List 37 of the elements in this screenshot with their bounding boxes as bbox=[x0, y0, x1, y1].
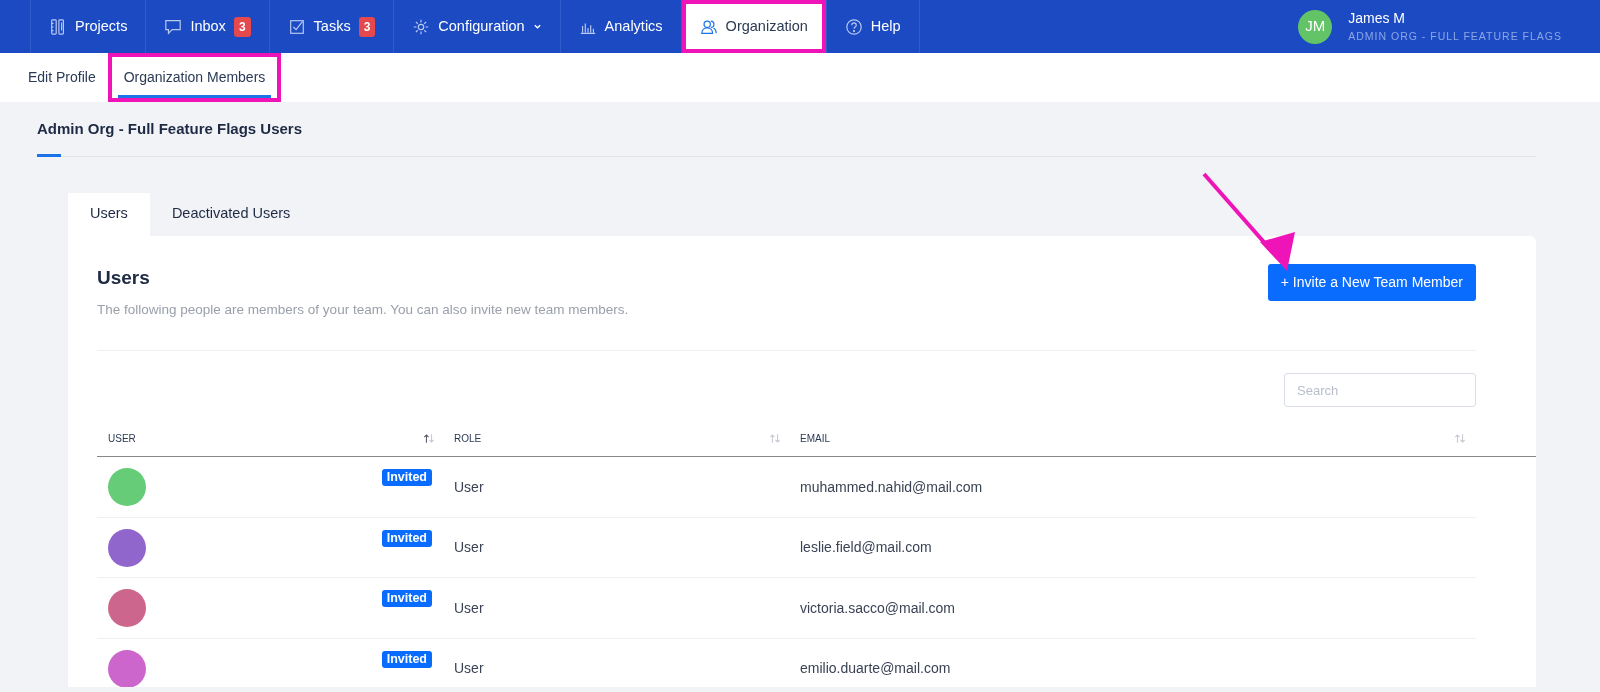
nav-item[interactable]: Inbox 3 bbox=[146, 0, 270, 53]
table-cell: emilio.duarte@mail.com bbox=[800, 660, 951, 676]
page-title: Admin Org - Full Feature Flags Users bbox=[37, 119, 304, 139]
invite-button[interactable]: + Invite a New Team Member bbox=[1267, 263, 1476, 301]
table-cell: muhammed.nahid@mail.com bbox=[800, 478, 983, 495]
nav-item[interactable]: Organization bbox=[681, 0, 827, 53]
status-badge: Invited bbox=[381, 650, 432, 668]
column-header[interactable]: ROLE bbox=[454, 431, 482, 447]
count-badge: 3 bbox=[233, 16, 251, 37]
column-header[interactable]: USER bbox=[108, 431, 136, 447]
table-cell: leslie.field@mail.com bbox=[800, 539, 932, 555]
status-badge: Invited bbox=[381, 529, 432, 547]
search-field[interactable]: Search bbox=[1284, 373, 1476, 408]
user-name: James M bbox=[1348, 9, 1406, 29]
panel-description: The following people are members of your team. You can also invite new team members. bbox=[97, 301, 629, 319]
ruler-icon bbox=[49, 17, 67, 36]
table-cell: User bbox=[454, 599, 484, 616]
subnav-tab[interactable]: Organization Members bbox=[107, 53, 282, 102]
help-icon bbox=[844, 17, 863, 36]
chat-bubble-icon bbox=[164, 17, 183, 36]
tab[interactable]: Deactivated Users bbox=[149, 192, 313, 236]
status-badge: Invited bbox=[381, 469, 432, 487]
checkbox-icon bbox=[287, 17, 306, 36]
table-cell: victoria.sacco@mail.com bbox=[800, 599, 956, 616]
count-badge: 3 bbox=[358, 16, 376, 37]
table-cell: User bbox=[454, 660, 484, 676]
panel-title: Users bbox=[97, 265, 151, 290]
subnav-tab[interactable]: Edit Profile bbox=[16, 53, 108, 102]
title-underline bbox=[37, 153, 61, 157]
table-cell: User bbox=[454, 539, 484, 555]
column-header[interactable]: EMAIL bbox=[800, 431, 830, 447]
settings-icon bbox=[412, 17, 431, 36]
status-badge: Invited bbox=[381, 590, 432, 608]
tab[interactable]: Users bbox=[68, 192, 150, 236]
organization-name: ADMIN ORG - FULL FEATURE FLAGS bbox=[1348, 29, 1562, 45]
sort-icon[interactable] bbox=[423, 433, 435, 445]
table-cell: User bbox=[454, 478, 484, 495]
